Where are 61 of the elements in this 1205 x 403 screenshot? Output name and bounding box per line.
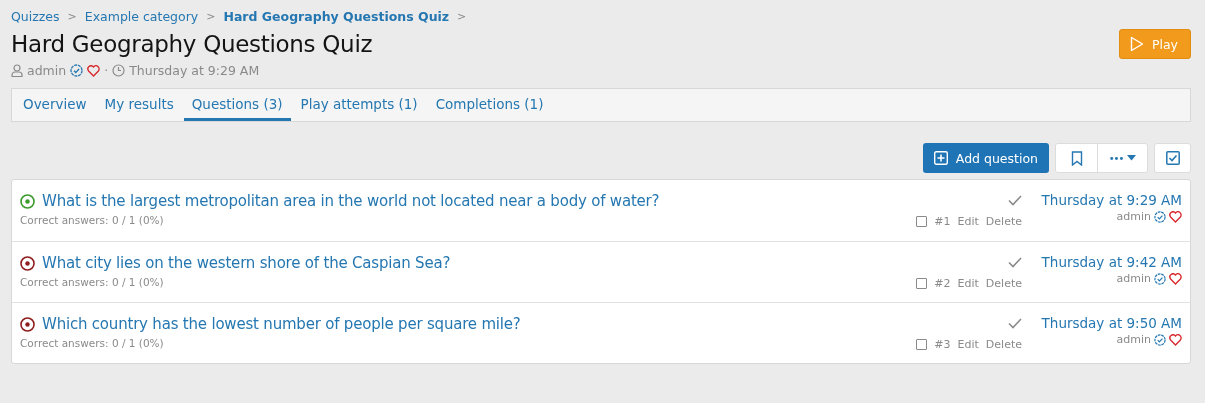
play-icon xyxy=(1129,36,1144,52)
select-button[interactable] xyxy=(1154,143,1191,173)
add-question-button[interactable]: Add question xyxy=(922,143,1049,173)
checkbox-icon xyxy=(1165,151,1180,165)
check-icon xyxy=(1008,318,1022,329)
select-checkbox[interactable] xyxy=(916,339,928,350)
play-button[interactable]: Play xyxy=(1118,29,1191,59)
question-time: Thursday at 9:29 AM xyxy=(1041,192,1182,208)
question-time: Thursday at 9:42 AM xyxy=(1041,254,1182,270)
select-checkbox[interactable] xyxy=(916,278,928,289)
tab[interactable]: Questions (3) xyxy=(183,89,291,121)
tab[interactable]: My results xyxy=(96,89,182,121)
plus-square-icon xyxy=(933,151,948,165)
question-link[interactable]: Which country has the lowest number of people per square mile? xyxy=(42,315,521,333)
bookmark-icon xyxy=(1070,150,1083,166)
edit-link[interactable]: Edit xyxy=(957,338,979,351)
author-name[interactable]: admin xyxy=(1116,333,1151,346)
breadcrumb-separator: > xyxy=(206,9,216,23)
breadcrumb-link[interactable]: Hard Geography Questions Quiz xyxy=(223,8,450,24)
heart-icon xyxy=(1169,210,1182,223)
heart-icon xyxy=(87,64,101,77)
delete-link[interactable]: Delete xyxy=(985,215,1022,228)
correct-answers-stat: Correct answers: 0 / 1 (0%) xyxy=(20,276,165,288)
caret-icon xyxy=(1127,155,1137,161)
breadcrumb-link[interactable]: Example category xyxy=(84,8,199,24)
question-number: #3 xyxy=(934,338,951,351)
check-icon xyxy=(1008,195,1022,206)
user-icon xyxy=(11,64,23,77)
breadcrumb-separator: > xyxy=(457,9,467,23)
post-time: Thursday at 9:29 AM xyxy=(129,63,260,78)
check-icon xyxy=(1008,257,1022,268)
question-time: Thursday at 9:50 AM xyxy=(1041,315,1182,331)
clock-icon xyxy=(112,64,126,77)
question-number: #1 xyxy=(934,215,951,228)
edit-link[interactable]: Edit xyxy=(957,277,979,290)
tab[interactable]: Play attempts (1) xyxy=(292,89,426,121)
verified-icon xyxy=(1154,333,1166,346)
breadcrumb-separator: > xyxy=(67,9,77,23)
correct-answers-stat: Correct answers: 0 / 1 (0%) xyxy=(20,337,165,349)
tab[interactable]: Completions (1) xyxy=(427,89,552,121)
delete-link[interactable]: Delete xyxy=(985,338,1022,351)
tab[interactable]: Overview xyxy=(15,89,95,121)
select-checkbox[interactable] xyxy=(916,216,928,227)
page-title: Hard Geography Questions Quiz xyxy=(11,30,373,59)
author-name[interactable]: admin xyxy=(27,63,67,78)
heart-icon xyxy=(1169,272,1182,285)
edit-link[interactable]: Edit xyxy=(957,215,979,228)
author-name[interactable]: admin xyxy=(1116,210,1151,223)
meta-separator: · xyxy=(104,63,109,78)
verified-icon xyxy=(1154,210,1166,223)
question-link[interactable]: What is the largest metropolitan area in the world not located near a body of water? xyxy=(42,192,660,210)
verified-icon xyxy=(1154,272,1166,285)
breadcrumb-link[interactable]: Quizzes xyxy=(11,8,60,24)
question-link[interactable]: What city lies on the western shore of the Caspian Sea? xyxy=(42,254,451,272)
verified-icon xyxy=(70,64,84,77)
more-options-button[interactable]: ••• xyxy=(1097,144,1147,172)
correct-answers-stat: Correct answers: 0 / 1 (0%) xyxy=(20,214,165,226)
author-name[interactable]: admin xyxy=(1116,272,1151,285)
delete-link[interactable]: Delete xyxy=(985,277,1022,290)
question-number: #2 xyxy=(934,277,951,290)
heart-icon xyxy=(1169,333,1182,346)
